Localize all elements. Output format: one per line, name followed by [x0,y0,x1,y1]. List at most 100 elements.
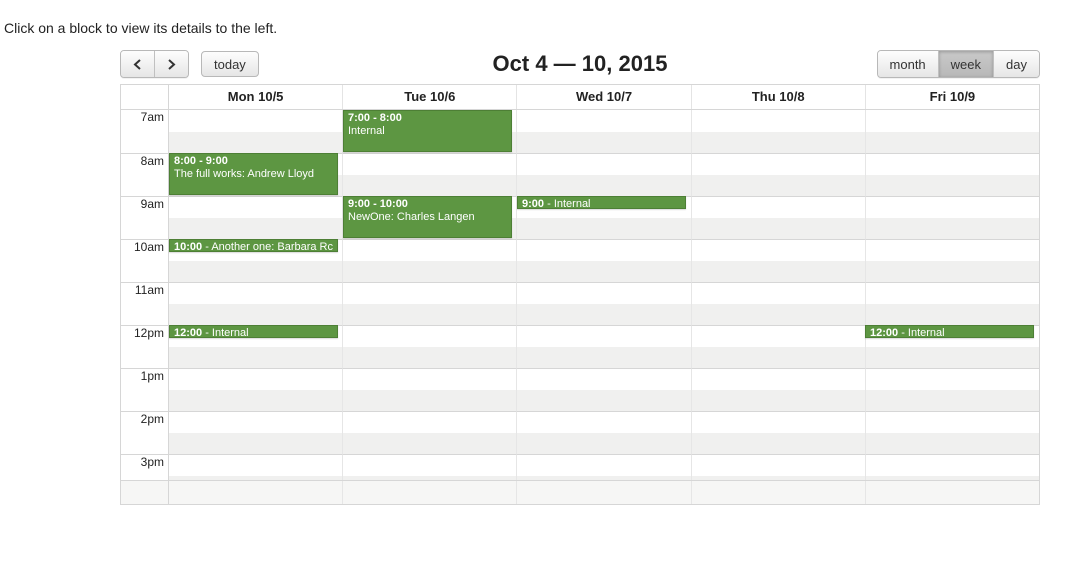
allday-cell[interactable] [343,481,517,504]
event-time: 8:00 - 9:00 [174,155,228,167]
hour-label: 7am [121,110,169,153]
time-slot[interactable] [169,411,343,454]
view-month-button[interactable]: month [878,51,938,77]
calendar-event[interactable]: 7:00 - 8:00Internal [343,110,512,152]
time-slot[interactable] [517,411,691,454]
time-slot[interactable] [517,282,691,325]
event-time: 9:00 - 10:00 [348,198,408,210]
event-title: Internal [544,198,590,209]
hour-label: 10am [121,239,169,282]
time-slot[interactable] [517,153,691,196]
prev-button[interactable] [121,51,154,77]
calendar-event[interactable]: 12:00Internal [169,325,338,338]
calendar-grid: Mon 10/5 Tue 10/6 Wed 10/7 Thu 10/8 Fri … [120,84,1040,505]
time-slot[interactable] [343,282,517,325]
calendar-event[interactable]: 10:00Another one: Barbara Rc [169,239,338,252]
calendar-event[interactable]: 8:00 - 9:00The full works: Andrew Lloyd [169,153,338,195]
time-slot[interactable] [692,110,866,153]
time-slot[interactable] [517,454,691,480]
event-time: 12:00 [174,327,202,338]
calendar-event[interactable]: 9:00 - 10:00NewOne: Charles Langen [343,196,512,238]
day-header: Mon 10/5 [169,85,343,109]
allday-cell[interactable] [692,481,866,504]
allday-cell[interactable] [169,481,343,504]
hour-label: 12pm [121,325,169,368]
time-slot[interactable] [866,454,1039,480]
time-slot[interactable] [517,110,691,153]
time-slot[interactable] [517,325,691,368]
time-slot[interactable] [343,368,517,411]
view-day-button[interactable]: day [993,51,1039,77]
time-slot[interactable] [517,239,691,282]
event-time: 7:00 - 8:00 [348,112,402,124]
day-header-row: Mon 10/5 Tue 10/6 Wed 10/7 Thu 10/8 Fri … [121,85,1039,110]
time-slot[interactable] [169,368,343,411]
time-slot[interactable] [692,153,866,196]
view-switcher: month week day [877,50,1040,78]
time-slot[interactable] [866,411,1039,454]
day-header: Tue 10/6 [343,85,517,109]
event-title: Another one: Barbara Rc [202,241,333,252]
allday-strip [121,480,1039,504]
chevron-left-icon [133,59,142,70]
calendar-event[interactable]: 9:00Internal [517,196,686,209]
next-button[interactable] [154,51,188,77]
hint-text: Click on a block to view its details to … [0,0,1066,48]
hour-row: 2pm [121,411,1039,454]
chevron-right-icon [167,59,176,70]
hour-row: 11am [121,282,1039,325]
time-grid[interactable]: 7am8am9am10am11am12pm1pm2pm3pm 8:00 - 9:0… [121,110,1039,480]
time-slot[interactable] [866,153,1039,196]
time-slot[interactable] [692,196,866,239]
hour-label: 3pm [121,454,169,480]
today-button[interactable]: today [201,51,259,77]
calendar-event[interactable]: 12:00Internal [865,325,1034,338]
time-slot[interactable] [866,196,1039,239]
event-time: 10:00 [174,241,202,252]
event-time: 12:00 [870,327,898,338]
day-header: Wed 10/7 [517,85,691,109]
hour-label: 8am [121,153,169,196]
time-slot[interactable] [866,110,1039,153]
time-slot[interactable] [866,239,1039,282]
hour-label: 9am [121,196,169,239]
time-slot[interactable] [692,454,866,480]
time-slot[interactable] [169,110,343,153]
hour-label: 2pm [121,411,169,454]
time-slot[interactable] [692,282,866,325]
time-slot[interactable] [343,454,517,480]
time-slot[interactable] [343,325,517,368]
time-slot[interactable] [692,368,866,411]
view-week-button[interactable]: week [938,51,993,77]
time-slot[interactable] [169,282,343,325]
hour-row: 1pm [121,368,1039,411]
time-slot[interactable] [343,411,517,454]
time-slot[interactable] [866,282,1039,325]
hour-label: 1pm [121,368,169,411]
time-slot[interactable] [866,368,1039,411]
allday-cell[interactable] [517,481,691,504]
time-slot[interactable] [169,454,343,480]
day-header: Thu 10/8 [692,85,866,109]
event-title: The full works: Andrew Lloyd [174,168,333,181]
hour-row: 3pm [121,454,1039,480]
allday-cell[interactable] [866,481,1039,504]
event-title: Internal [348,125,507,138]
time-slot[interactable] [517,368,691,411]
event-title: Internal [202,327,248,338]
day-header: Fri 10/9 [866,85,1039,109]
time-slot[interactable] [692,239,866,282]
time-slot[interactable] [692,325,866,368]
time-slot[interactable] [692,411,866,454]
hour-row: 7am [121,110,1039,153]
time-slot[interactable] [343,153,517,196]
event-time: 9:00 [522,198,544,209]
event-title: NewOne: Charles Langen [348,211,507,224]
time-slot[interactable] [169,196,343,239]
time-slot[interactable] [343,239,517,282]
axis-spacer [121,85,169,109]
nav-button-group [120,50,189,78]
calendar-toolbar: today Oct 4 — 10, 2015 month week day [120,48,1040,80]
event-title: Internal [898,327,944,338]
axis-spacer [121,481,169,504]
